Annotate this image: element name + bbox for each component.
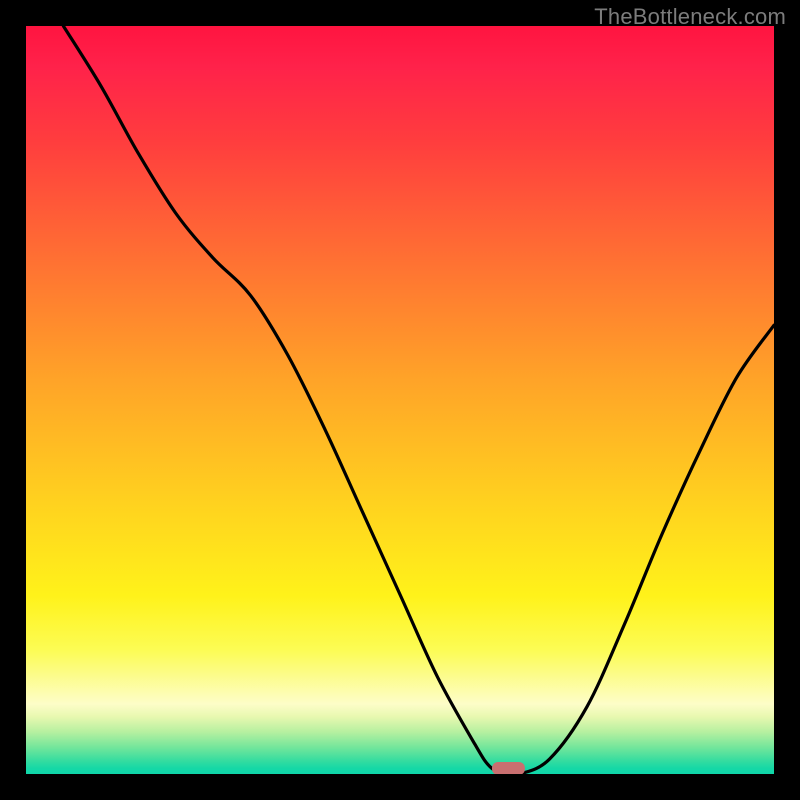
watermark-text: TheBottleneck.com	[594, 4, 786, 30]
chart-frame: TheBottleneck.com	[0, 0, 800, 800]
optimal-marker	[492, 762, 525, 774]
bottleneck-curve	[63, 26, 774, 774]
curve-layer	[26, 26, 774, 774]
plot-area	[26, 26, 774, 774]
